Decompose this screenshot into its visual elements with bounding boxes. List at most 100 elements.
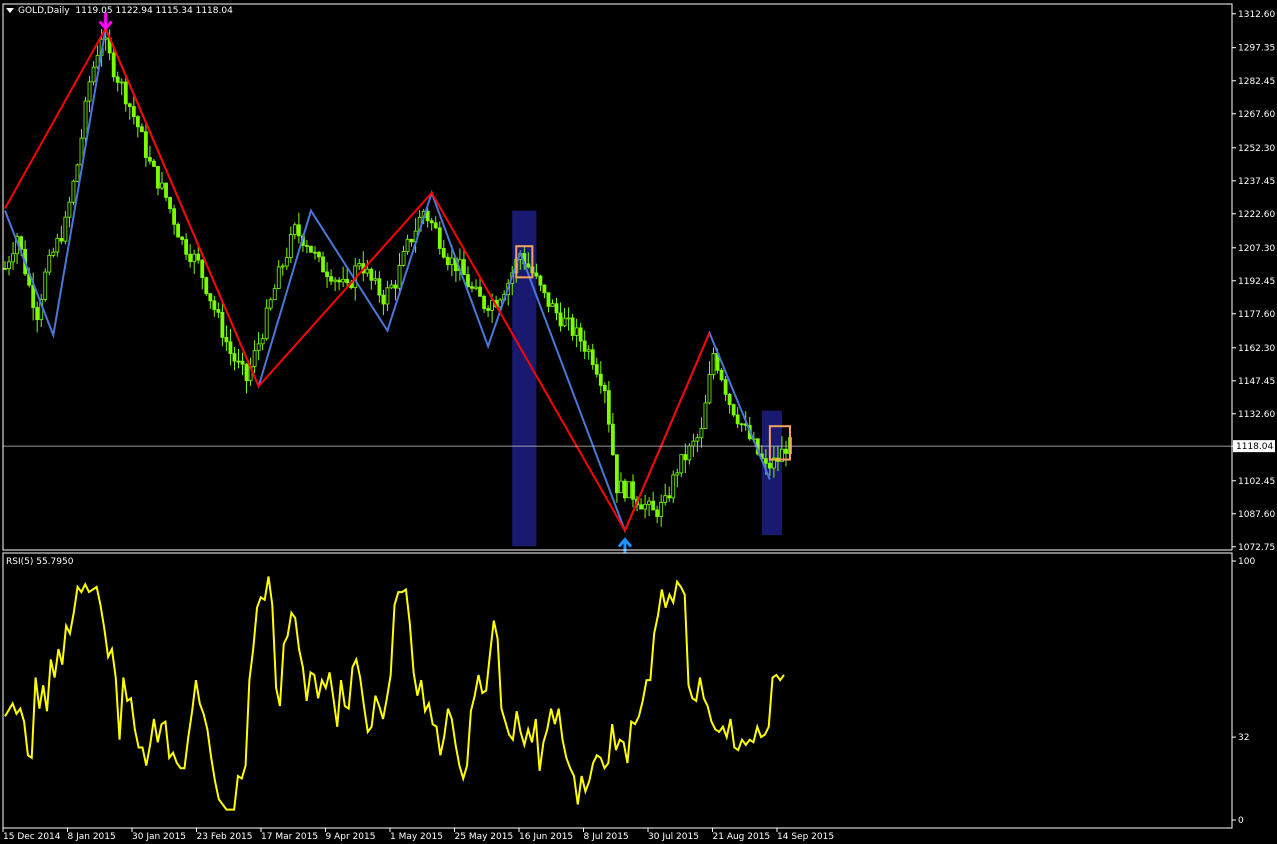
candle-body <box>35 307 40 321</box>
y-tick-label: 1237.45 <box>1238 177 1275 187</box>
candle-body <box>425 210 430 222</box>
candle-body <box>445 256 450 266</box>
candle-body <box>578 327 583 342</box>
candle-body <box>590 349 595 365</box>
dropdown-arrow-icon[interactable] <box>6 8 14 13</box>
candle-body <box>59 238 64 242</box>
candle <box>75 163 80 182</box>
candle-body <box>111 52 116 78</box>
candle-body <box>534 272 539 277</box>
candle-body <box>123 81 128 105</box>
candle-body <box>377 278 382 296</box>
candle-body <box>767 462 772 469</box>
x-tick-label: 15 Dec 2014 <box>3 832 61 842</box>
candle-body <box>482 295 486 309</box>
y-tick-label: 1267.60 <box>1238 110 1275 120</box>
highlight-band <box>761 410 782 536</box>
candle-body <box>784 448 788 454</box>
candle-body <box>470 286 474 289</box>
candle-body <box>719 369 724 381</box>
y-tick-label: 1192.45 <box>1238 277 1275 287</box>
candle-body <box>67 201 72 218</box>
ohlc-label: 1119.05 1122.94 1115.34 1118.04 <box>75 6 233 16</box>
x-tick-label: 14 Sep 2015 <box>777 832 834 842</box>
candle-body <box>703 402 708 429</box>
candle-body <box>232 353 237 362</box>
rsi-y-tick-label: 32 <box>1238 733 1249 743</box>
x-tick-label: 1 May 2015 <box>390 832 443 842</box>
candle-body <box>606 390 611 425</box>
candle-body <box>305 245 309 247</box>
candle-body <box>598 373 603 386</box>
candle-body <box>224 337 229 343</box>
candle-body <box>586 349 591 352</box>
candle-body <box>71 180 76 203</box>
x-tick-label: 9 Apr 2015 <box>326 832 376 842</box>
candle-body <box>135 116 140 128</box>
candle-body <box>671 474 676 499</box>
candle-body <box>647 500 652 505</box>
y-tick-label: 1222.60 <box>1238 210 1275 220</box>
candle-body <box>212 300 217 310</box>
symbol-label: GOLD,Daily <box>18 6 70 16</box>
candle-body <box>329 276 333 282</box>
price-header: GOLD,Daily 1119.05 1122.94 1115.34 1118.… <box>6 6 233 16</box>
candle-body <box>148 157 152 162</box>
candle-body <box>462 259 466 276</box>
y-tick-label: 1177.60 <box>1238 310 1275 320</box>
candle-body <box>240 360 245 365</box>
candle-body <box>437 227 442 249</box>
candle-body <box>449 257 454 266</box>
x-tick-label: 23 Feb 2015 <box>197 832 253 842</box>
candle-body <box>260 338 265 345</box>
candle <box>111 48 116 82</box>
candle-body <box>236 360 241 363</box>
candle-body <box>550 303 555 307</box>
candle-body <box>602 385 607 392</box>
candle-body <box>55 238 60 253</box>
candle-body <box>655 509 660 517</box>
y-tick-label: 1132.60 <box>1238 410 1275 420</box>
candle-body <box>276 266 281 289</box>
x-tick-label: 8 Jul 2015 <box>584 832 629 842</box>
y-tick-label: 1282.45 <box>1238 77 1275 87</box>
current-price-label: 1118.04 <box>1236 442 1273 452</box>
candle-body <box>474 286 478 289</box>
candle-body <box>180 236 185 240</box>
candle-body <box>554 303 559 314</box>
rsi-y-tick-label: 0 <box>1238 816 1244 826</box>
x-tick-label: 30 Jan 2015 <box>132 832 186 842</box>
candle-body <box>188 253 193 263</box>
candle-body <box>204 277 209 295</box>
candle-body <box>405 238 410 253</box>
x-tick-label: 21 Aug 2015 <box>713 832 771 842</box>
candle-body <box>614 454 619 494</box>
x-tick-label: 30 Jul 2015 <box>648 832 699 842</box>
candle-body <box>292 224 297 235</box>
candle-body <box>160 182 164 189</box>
candle-body <box>639 504 643 510</box>
candle-body <box>538 275 543 286</box>
candle-body <box>542 284 547 294</box>
candle-body <box>429 220 434 224</box>
candle-body <box>373 278 378 281</box>
candle-body <box>220 311 225 338</box>
y-tick-label: 1162.30 <box>1238 344 1275 354</box>
candle-body <box>727 393 732 406</box>
candle-body <box>143 131 148 158</box>
candle-body <box>321 256 325 273</box>
candle-body <box>675 472 680 476</box>
candle-body <box>699 428 704 439</box>
candle-body <box>663 495 668 503</box>
candle <box>627 481 631 499</box>
candle <box>719 368 724 382</box>
candle-body <box>156 166 160 189</box>
candle <box>731 403 736 418</box>
candle-body <box>341 278 346 283</box>
candle-body <box>139 126 144 133</box>
candle-body <box>594 364 599 375</box>
candle-body <box>441 248 446 258</box>
candle-body <box>75 164 80 182</box>
candle-body <box>623 480 627 499</box>
candle-body <box>168 197 172 210</box>
